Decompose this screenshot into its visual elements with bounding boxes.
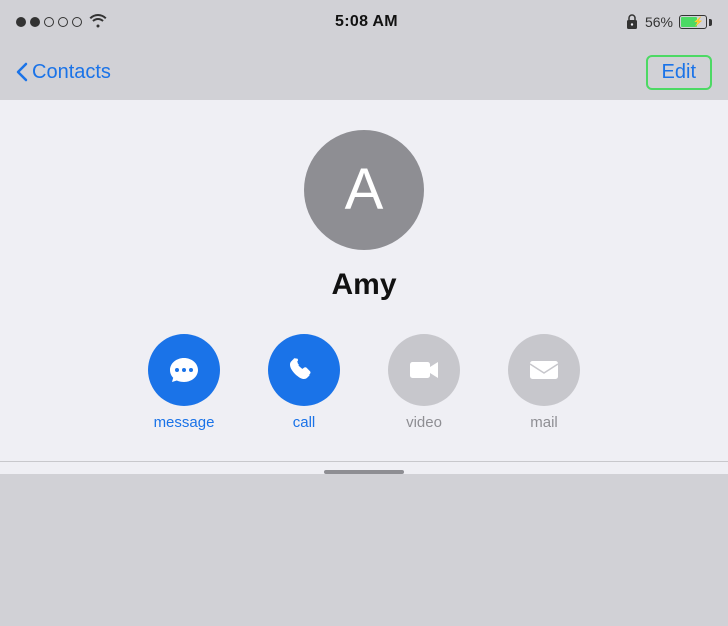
- status-right: 56% ⚡: [625, 13, 712, 32]
- contact-content: A Amy message: [0, 100, 728, 474]
- battery-indicator: ⚡: [679, 15, 712, 29]
- edit-button[interactable]: Edit: [646, 55, 712, 90]
- mail-icon: [526, 352, 562, 388]
- call-icon-circle: [268, 334, 340, 406]
- video-icon: [406, 352, 442, 388]
- signal-dot-4: [58, 17, 68, 27]
- lock-icon: [625, 13, 639, 32]
- message-label: message: [154, 414, 215, 431]
- scroll-indicator: [324, 470, 404, 474]
- message-icon: [166, 352, 202, 388]
- phone-icon: [287, 353, 321, 387]
- signal-dot-5: [72, 17, 82, 27]
- actions-row: message call video: [0, 334, 728, 431]
- avatar-letter: A: [345, 161, 384, 219]
- signal-dot-3: [44, 17, 54, 27]
- signal-dots: [16, 17, 82, 27]
- signal-dot-2: [30, 17, 40, 27]
- message-action[interactable]: message: [148, 334, 220, 431]
- signal-dot-1: [16, 17, 26, 27]
- video-label: video: [406, 414, 442, 431]
- status-time: 5:08 AM: [335, 13, 398, 31]
- call-action[interactable]: call: [268, 334, 340, 431]
- video-action[interactable]: video: [388, 334, 460, 431]
- battery-percent: 56%: [645, 14, 673, 30]
- status-bar: 5:08 AM 56% ⚡: [0, 0, 728, 44]
- video-icon-circle: [388, 334, 460, 406]
- mail-action[interactable]: mail: [508, 334, 580, 431]
- wifi-icon: [88, 12, 108, 33]
- back-button[interactable]: Contacts: [16, 61, 111, 84]
- contact-name: Amy: [331, 268, 396, 302]
- mail-icon-circle: [508, 334, 580, 406]
- status-left: [16, 12, 108, 33]
- nav-bar: Contacts Edit: [0, 44, 728, 100]
- call-label: call: [293, 414, 316, 431]
- battery-bolt-icon: ⚡: [693, 17, 704, 28]
- back-label: Contacts: [32, 61, 111, 84]
- mail-label: mail: [530, 414, 558, 431]
- chevron-left-icon: [16, 62, 28, 82]
- divider: [0, 461, 728, 462]
- battery-tip: [709, 19, 712, 26]
- avatar: A: [304, 130, 424, 250]
- battery-body: ⚡: [679, 15, 707, 29]
- message-icon-circle: [148, 334, 220, 406]
